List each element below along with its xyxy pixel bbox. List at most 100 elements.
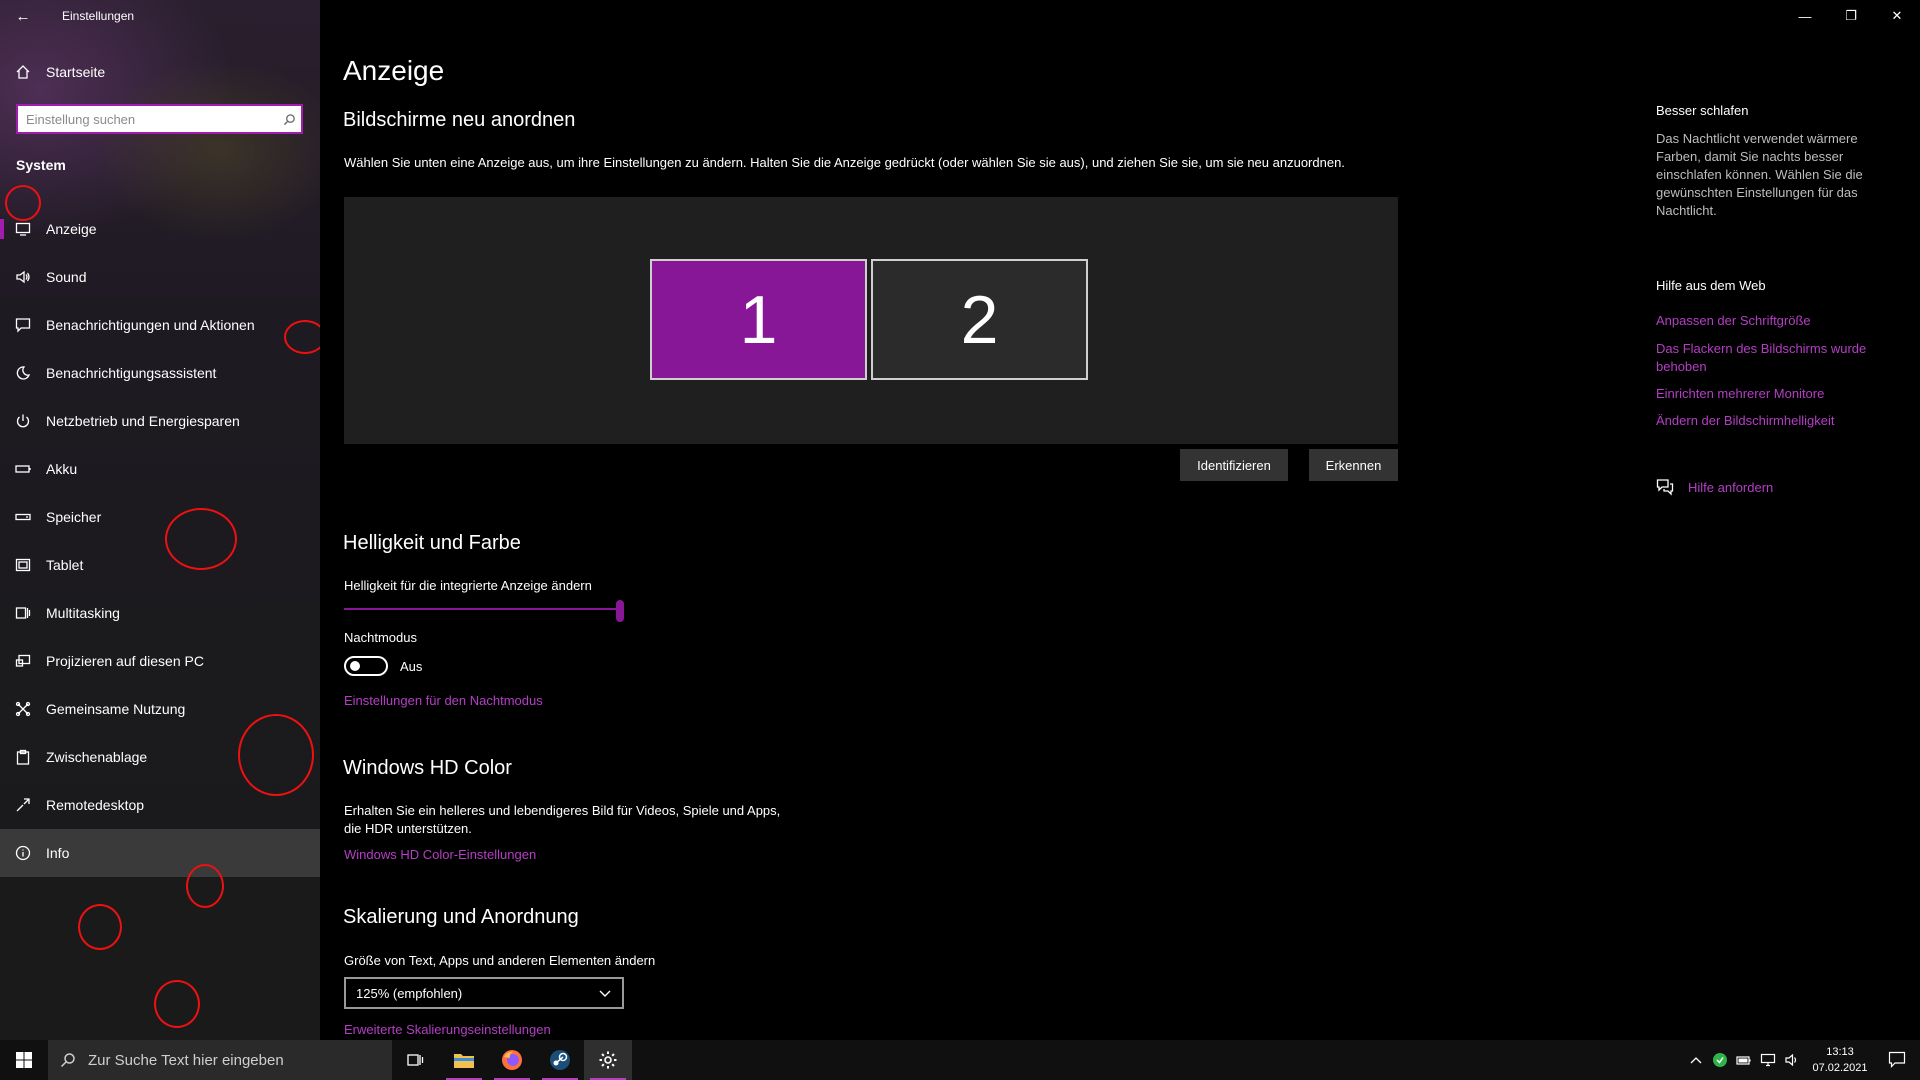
- task-view-button[interactable]: [392, 1040, 440, 1080]
- tablet-icon: [0, 557, 46, 573]
- brightness-slider-track[interactable]: [344, 608, 620, 610]
- multitasking-icon: [0, 605, 46, 621]
- window-controls: — ❐ ✕: [1782, 0, 1920, 32]
- window-title: Einstellungen: [62, 9, 135, 23]
- detect-button[interactable]: Erkennen: [1309, 449, 1398, 481]
- annotation-circle: [186, 864, 224, 908]
- display-icon: [0, 221, 46, 237]
- arrange-description: Wählen Sie unten eine Anzeige aus, um ih…: [344, 155, 1345, 170]
- identify-button[interactable]: Identifizieren: [1180, 449, 1288, 481]
- chat-help-icon: [1656, 479, 1674, 496]
- sidebar-item-storage[interactable]: Speicher: [0, 493, 320, 541]
- taskbar: Zur Suche Text hier eingeben 13:13 07.02…: [0, 1040, 1920, 1080]
- sidebar-item-project[interactable]: Projizieren auf diesen PC: [0, 637, 320, 685]
- sidebar-item-power[interactable]: Netzbetrieb und Energiesparen: [0, 397, 320, 445]
- clipboard-icon: [0, 749, 46, 765]
- sidebar-item-battery[interactable]: Akku: [0, 445, 320, 493]
- tray-app-green-icon[interactable]: [1708, 1040, 1732, 1080]
- close-icon: ✕: [1891, 8, 1903, 23]
- help-link-multiple-monitors[interactable]: Einrichten mehrerer Monitore: [1656, 385, 1886, 403]
- sidebar: ← Einstellungen Startseite System Anzeig…: [0, 0, 326, 1040]
- monitor-arrangement-area[interactable]: 1 2: [344, 197, 1398, 444]
- clock-date: 07.02.2021: [1812, 1062, 1868, 1074]
- task-view-icon: [407, 1054, 424, 1066]
- sidebar-item-focus-assist[interactable]: Benachrichtigungsassistent: [0, 349, 320, 397]
- chevron-down-icon: [598, 986, 612, 1003]
- search-icon: [60, 1053, 75, 1068]
- scale-heading: Skalierung und Anordnung: [343, 906, 579, 928]
- storage-icon: [0, 509, 46, 525]
- battery-tray-icon[interactable]: [1732, 1040, 1756, 1080]
- annotation-circle: [165, 508, 237, 570]
- steam-icon: [550, 1050, 570, 1070]
- taskbar-steam[interactable]: [536, 1040, 584, 1080]
- sidebar-item-sound[interactable]: Sound: [0, 253, 320, 301]
- firefox-icon: [502, 1050, 522, 1070]
- brightness-heading: Helligkeit und Farbe: [343, 532, 521, 554]
- get-help-link[interactable]: Hilfe anfordern: [1688, 480, 1773, 495]
- sidebar-item-label: Info: [46, 845, 70, 861]
- sidebar-item-multitasking[interactable]: Multitasking: [0, 589, 320, 637]
- restore-icon: ❐: [1845, 8, 1857, 23]
- hdr-description: Erhalten Sie ein helleres und lebendiger…: [344, 803, 781, 836]
- taskbar-firefox[interactable]: [488, 1040, 536, 1080]
- help-link-flicker[interactable]: Das Flackern des Bildschirms wurde behob…: [1656, 340, 1886, 376]
- hdr-settings-link[interactable]: Windows HD Color-Einstellungen: [344, 847, 536, 862]
- taskbar-file-explorer[interactable]: [440, 1040, 488, 1080]
- sidebar-item-info[interactable]: Info: [0, 829, 320, 877]
- night-mode-toggle[interactable]: [344, 656, 388, 676]
- network-tray-icon[interactable]: [1756, 1040, 1780, 1080]
- sidebar-item-tablet[interactable]: Tablet: [0, 541, 320, 589]
- sidebar-item-label: Remotedesktop: [46, 797, 145, 813]
- sidebar-item-anzeige[interactable]: Anzeige: [0, 205, 320, 253]
- search-icon[interactable]: [277, 113, 301, 126]
- sidebar-item-notifications[interactable]: Benachrichtigungen und Aktionen: [0, 301, 320, 349]
- moon-icon: [0, 365, 46, 381]
- power-icon: [0, 413, 46, 429]
- info-icon: [0, 845, 46, 861]
- hdr-heading: Windows HD Color: [343, 757, 512, 779]
- scale-dropdown[interactable]: 125% (empfohlen): [344, 977, 624, 1009]
- sidebar-item-label: Akku: [46, 461, 78, 477]
- toggle-knob: [350, 661, 360, 671]
- settings-search-box[interactable]: [16, 104, 303, 134]
- sidebar-item-label: Netzbetrieb und Energiesparen: [46, 413, 240, 429]
- annotation-circle: [238, 714, 314, 796]
- back-button[interactable]: ←: [0, 0, 46, 32]
- monitor-1[interactable]: 1: [650, 259, 867, 380]
- annotation-circle: [5, 185, 41, 221]
- get-help-row[interactable]: Hilfe anfordern: [1656, 478, 1773, 496]
- volume-tray-icon[interactable]: [1780, 1040, 1804, 1080]
- message-icon: [0, 317, 46, 333]
- help-link-font-size[interactable]: Anpassen der Schriftgröße: [1656, 312, 1886, 330]
- page-title: Anzeige: [343, 55, 445, 86]
- start-button[interactable]: [0, 1040, 48, 1080]
- home-nav-item[interactable]: Startseite: [0, 56, 320, 88]
- system-tray: 13:13 07.02.2021: [1684, 1040, 1920, 1080]
- annotation-circle: [78, 904, 122, 950]
- close-button[interactable]: ✕: [1874, 0, 1920, 32]
- taskbar-clock[interactable]: 13:13 07.02.2021: [1804, 1044, 1876, 1076]
- taskbar-settings[interactable]: [584, 1040, 632, 1080]
- monitor-2[interactable]: 2: [871, 259, 1088, 380]
- advanced-scaling-link[interactable]: Erweiterte Skalierungseinstellungen: [344, 1022, 551, 1037]
- settings-search-input[interactable]: [18, 106, 277, 132]
- action-center-button[interactable]: [1876, 1040, 1920, 1080]
- speaker-icon: [0, 269, 46, 285]
- notification-icon: [1888, 1051, 1906, 1068]
- tray-chevron-up-icon[interactable]: [1684, 1040, 1708, 1080]
- minimize-button[interactable]: —: [1782, 0, 1828, 32]
- night-mode-settings-link[interactable]: Einstellungen für den Nachtmodus: [344, 693, 543, 708]
- scale-selected-value: 125% (empfohlen): [356, 985, 463, 1001]
- help-link-brightness[interactable]: Ändern der Bildschirmhelligkeit: [1656, 412, 1886, 430]
- battery-icon: [0, 461, 46, 477]
- scale-label: Größe von Text, Apps und anderen Element…: [344, 953, 656, 968]
- sidebar-item-label: Projizieren auf diesen PC: [46, 653, 204, 669]
- sidebar-item-label: Zwischenablage: [46, 749, 148, 765]
- restore-button[interactable]: ❐: [1828, 0, 1874, 32]
- project-icon: [0, 653, 46, 669]
- brightness-slider-thumb[interactable]: [616, 600, 624, 622]
- main-content: — ❐ ✕ Anzeige Bildschirme neu anordnen W…: [320, 0, 1920, 1040]
- home-label: Startseite: [46, 64, 106, 80]
- taskbar-search-box[interactable]: Zur Suche Text hier eingeben: [48, 1040, 392, 1080]
